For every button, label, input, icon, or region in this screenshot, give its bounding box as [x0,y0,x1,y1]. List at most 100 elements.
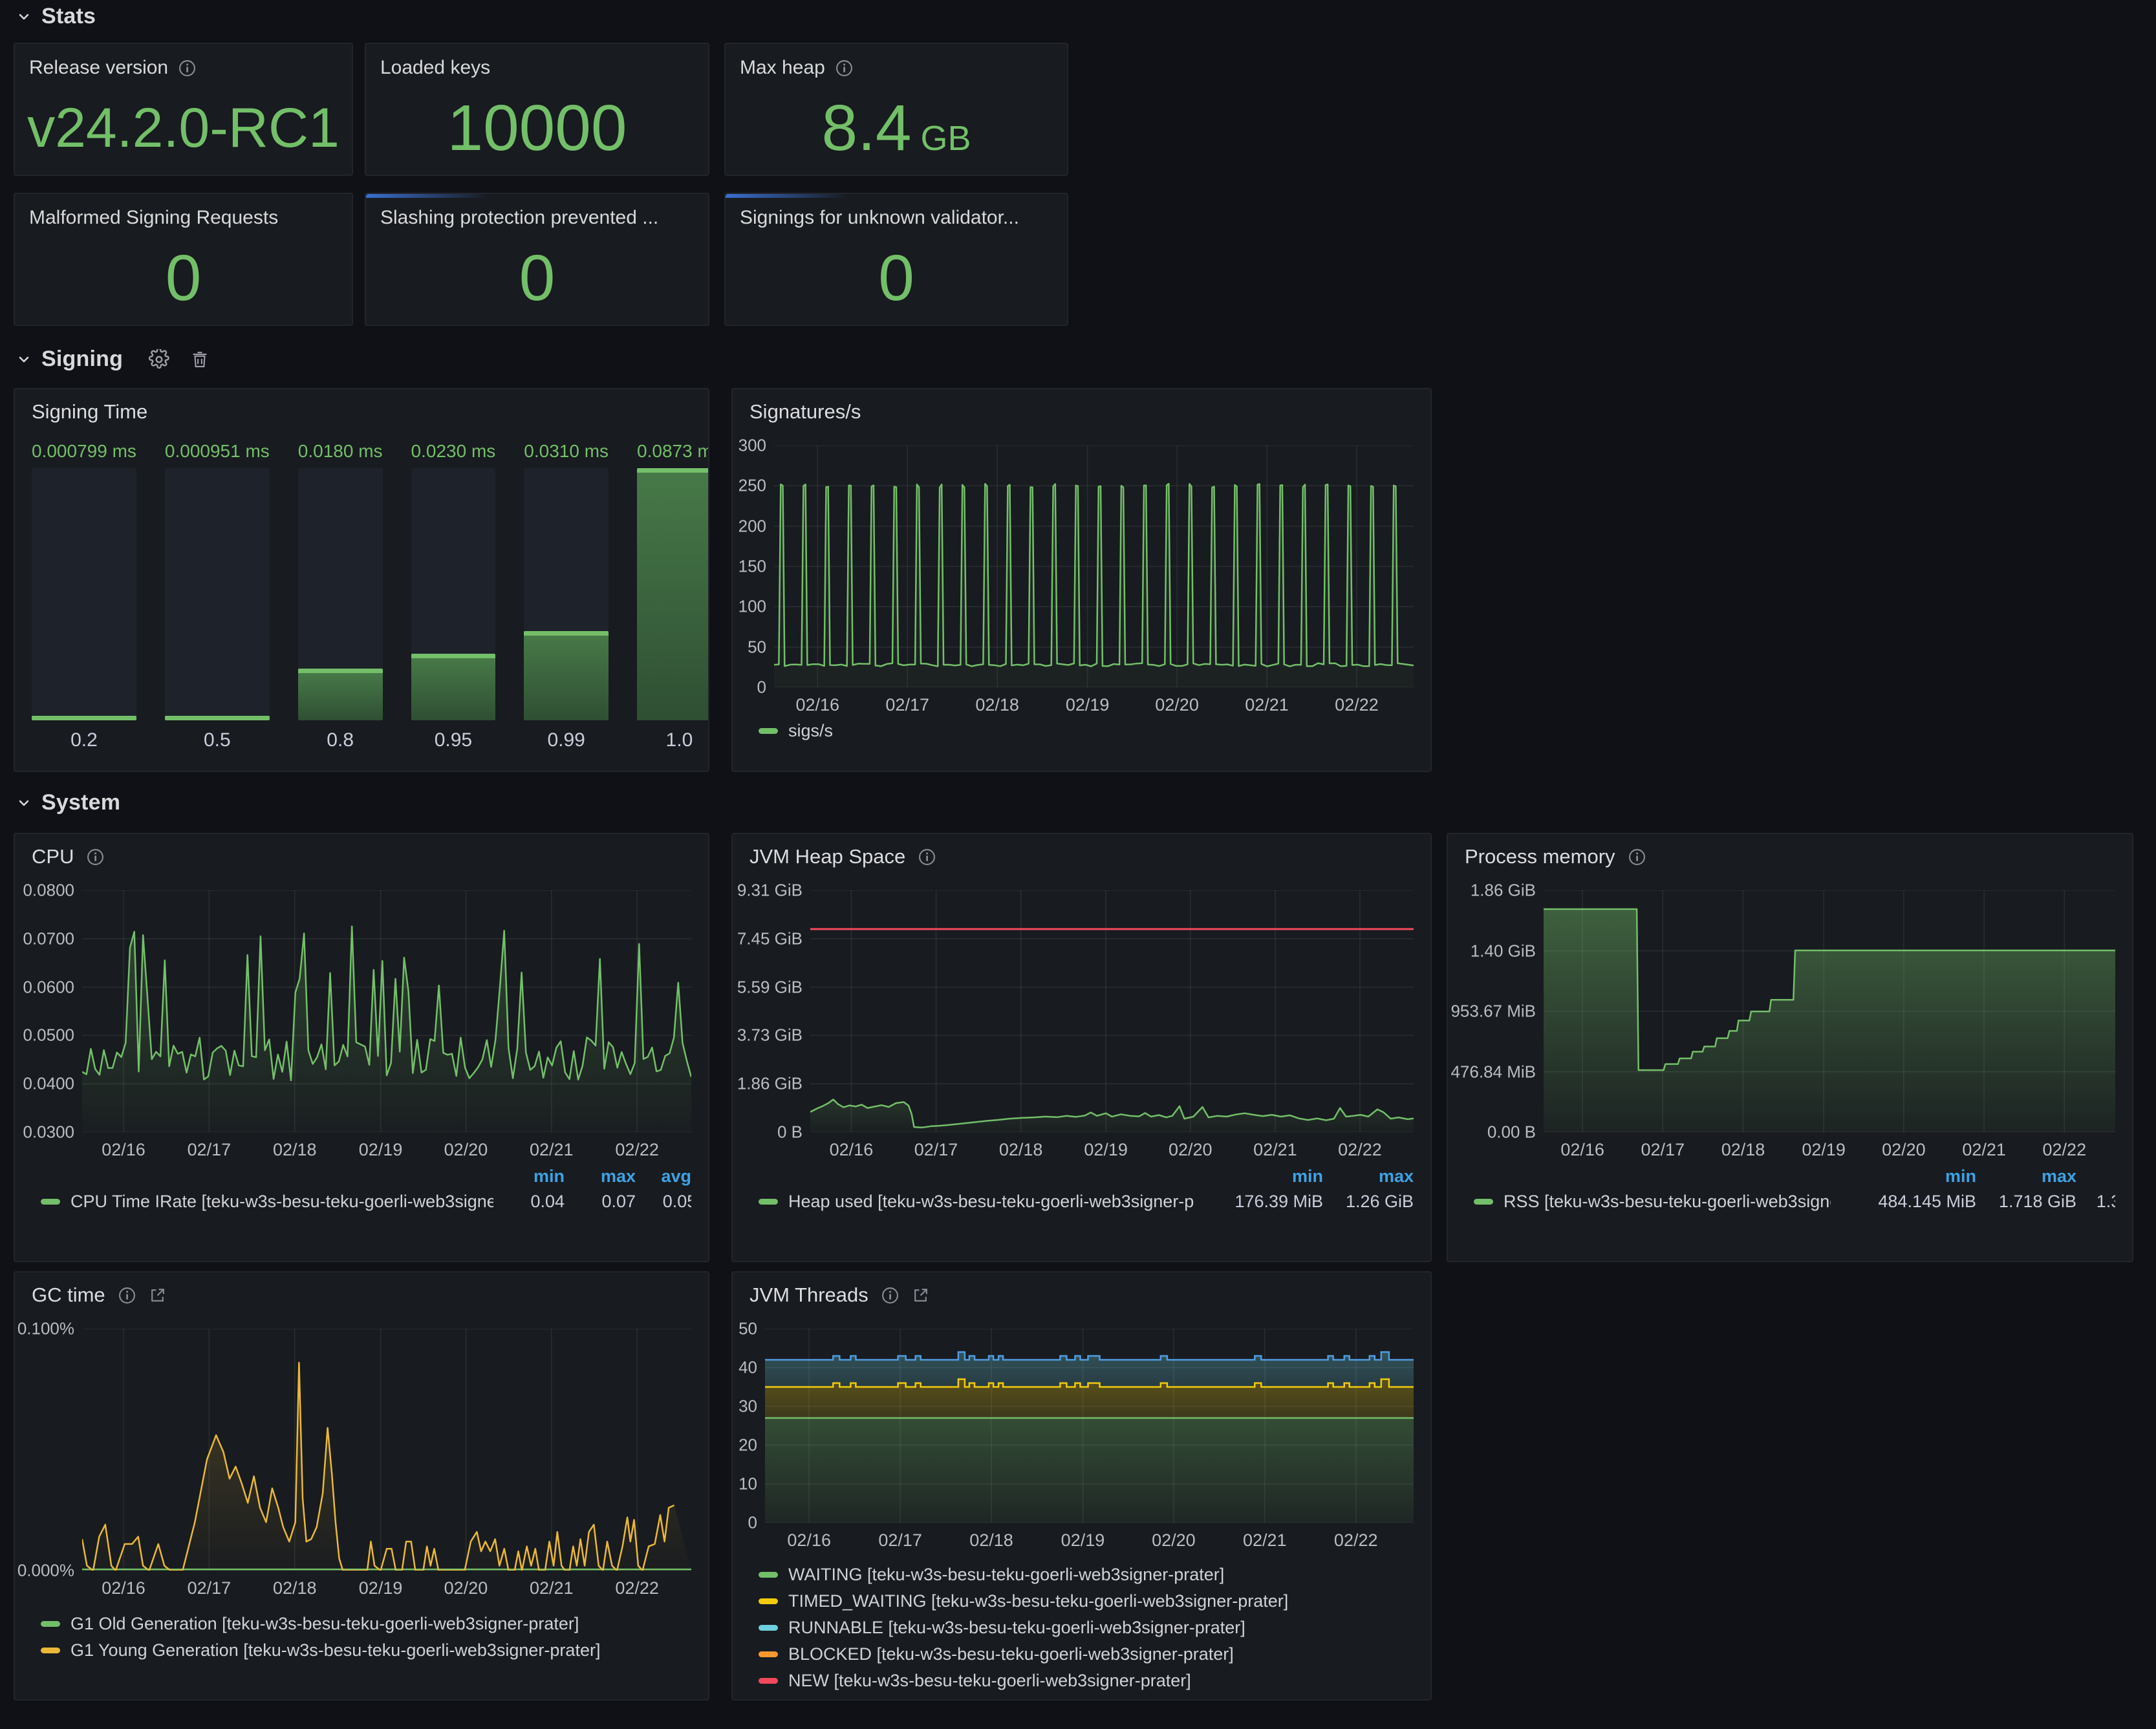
legend-value: 0.05 [636,1192,691,1212]
panel-header[interactable]: Signing Time [32,398,708,425]
legend-column-header[interactable]: max [1323,1166,1414,1187]
panel-title: Loaded keys [380,57,490,79]
section-header-signing[interactable]: Signing [16,347,210,372]
plot-area[interactable] [82,1329,691,1571]
panel-title: Signatures/s [749,400,861,424]
plot-area[interactable] [774,446,1414,687]
bar-track [524,468,609,720]
legend-column-header[interactable]: max [1976,1166,2076,1187]
y-tick-label: 1.86 GiB [1471,881,1536,901]
stat-value: 0 [166,246,202,310]
plot-area[interactable] [82,890,691,1132]
x-tick-label: 02/21 [1245,695,1289,715]
legend-item[interactable]: G1 Young Generation [teku-w3s-besu-teku-… [41,1640,691,1660]
legend-item[interactable]: WAITING [teku-w3s-besu-teku-goerli-web3s… [759,1565,1414,1585]
bar-track [411,468,496,720]
gear-icon[interactable] [149,349,169,370]
x-tick-label: 02/19 [359,1578,403,1598]
bar-track [165,468,270,720]
y-tick-label: 3.73 GiB [737,1026,803,1046]
info-icon[interactable] [918,848,936,866]
panel-header[interactable]: JVM Heap Space [749,843,1430,870]
panel-signings-unknown-validator: Signings for unknown validator... 0 [724,193,1068,326]
panel-header[interactable]: JVM Threads [749,1282,1430,1309]
legend-item[interactable]: RSS [teku-w3s-besu-teku-goerli-web3signe… [1474,1192,1831,1212]
x-axis-labels: 02/1602/1702/1802/1902/2002/2102/22 [1544,1132,2115,1162]
legend-item[interactable]: sigs/s [759,721,1414,741]
x-tick-label: 02/16 [102,1578,146,1598]
y-tick-label: 0.00 B [1487,1122,1536,1143]
legend-column-header[interactable]: max [565,1166,636,1187]
bar-category-label: 0.2 [32,720,136,751]
bar-track [298,468,383,720]
section-header-stats[interactable]: Stats [16,4,96,29]
y-tick-label: 50 [748,637,766,657]
y-tick-label: 0 [757,678,766,698]
legend-swatch [759,1625,778,1631]
legend-item[interactable]: CPU Time IRate [teku-w3s-besu-teku-goerl… [41,1192,493,1212]
x-tick-label: 02/22 [615,1578,659,1598]
legend-item[interactable]: TIMED_WAITING [teku-w3s-besu-teku-goerli… [759,1591,1414,1611]
info-icon[interactable] [881,1287,899,1304]
legend-item[interactable]: BLOCKED [teku-w3s-besu-teku-goerli-web3s… [759,1644,1414,1664]
y-tick-label: 0.0500 [23,1026,74,1046]
legend-item[interactable]: NEW [teku-w3s-besu-teku-goerli-web3signe… [759,1671,1414,1691]
bar-fill [411,654,496,720]
info-icon[interactable] [835,59,853,77]
stat-value: 0 [878,246,914,310]
x-axis-labels: 02/1602/1702/1802/1902/2002/2102/22 [82,1571,691,1600]
external-link-icon[interactable] [149,1287,166,1304]
info-icon[interactable] [118,1287,136,1304]
panel-header[interactable]: Signatures/s [749,398,1430,425]
x-tick-label: 02/18 [999,1140,1043,1160]
info-icon[interactable] [1628,848,1646,866]
panel-signatures: Signatures/s 050100150200250300 02/1602/… [731,388,1432,772]
section-header-system[interactable]: System [16,790,120,815]
plot-area[interactable] [765,1329,1414,1523]
legend-swatch [759,1572,778,1578]
y-tick-label: 0.0300 [23,1122,74,1143]
legend: sigs/s [733,717,1430,744]
panel-header[interactable]: Process memory [1465,843,2132,870]
plot-area[interactable] [810,890,1414,1132]
x-tick-label: 02/22 [1334,1530,1378,1551]
panel-header[interactable]: CPU [32,843,708,870]
x-tick-label: 02/22 [1338,1140,1382,1160]
trash-icon[interactable] [190,350,210,369]
legend-column-header[interactable]: min [1194,1166,1323,1187]
panel-cpu: CPU 0.03000.04000.05000.06000.07000.0800… [14,833,709,1262]
stat-value: 10000 [447,96,627,160]
legend-swatch [759,728,778,734]
y-axis-labels: 01020304050 [738,1329,765,1523]
bar-gauge[interactable]: 0.000799 ms0.20.000951 ms0.50.0180 ms0.8… [32,441,691,751]
info-icon[interactable] [178,59,196,77]
y-tick-label: 1.86 GiB [737,1074,803,1094]
bar-track [637,468,709,720]
panel-link-accent [366,194,489,198]
panel-header[interactable]: GC time [32,1282,708,1309]
bar-category-label: 0.8 [298,720,383,751]
x-tick-label: 02/20 [444,1578,488,1598]
legend-column-header[interactable]: min [493,1166,565,1187]
panel-title: Release version [29,57,168,79]
panel-title-row: Release version [15,44,352,79]
legend-column-header[interactable]: avg [636,1166,691,1187]
x-tick-label: 02/20 [1169,1140,1213,1160]
panel-signing-time: Signing Time 0.000799 ms0.20.000951 ms0.… [14,388,709,772]
legend: G1 Old Generation [teku-w3s-besu-teku-go… [15,1611,708,1664]
panel-jvm-threads: JVM Threads 01020304050 02/1602/1702/180… [731,1271,1432,1701]
plot-area[interactable] [1544,890,2115,1132]
y-tick-label: 7.45 GiB [737,929,803,949]
panel-max-heap: Max heap 8.4GB [724,43,1068,176]
legend-item[interactable]: Heap used [teku-w3s-besu-teku-goerli-web… [759,1192,1194,1212]
y-tick-label: 0.0400 [23,1074,74,1094]
legend-item[interactable]: RUNNABLE [teku-w3s-besu-teku-goerli-web3… [759,1618,1414,1638]
bar-category-label: 0.95 [411,720,496,751]
info-icon[interactable] [87,848,104,866]
legend-column-header[interactable]: min [1831,1166,1976,1187]
x-tick-label: 02/17 [914,1140,958,1160]
y-tick-label: 0 B [777,1122,803,1143]
legend-item[interactable]: G1 Old Generation [teku-w3s-besu-teku-go… [41,1614,691,1634]
external-link-icon[interactable] [912,1287,929,1304]
y-tick-label: 0.100% [17,1319,74,1339]
